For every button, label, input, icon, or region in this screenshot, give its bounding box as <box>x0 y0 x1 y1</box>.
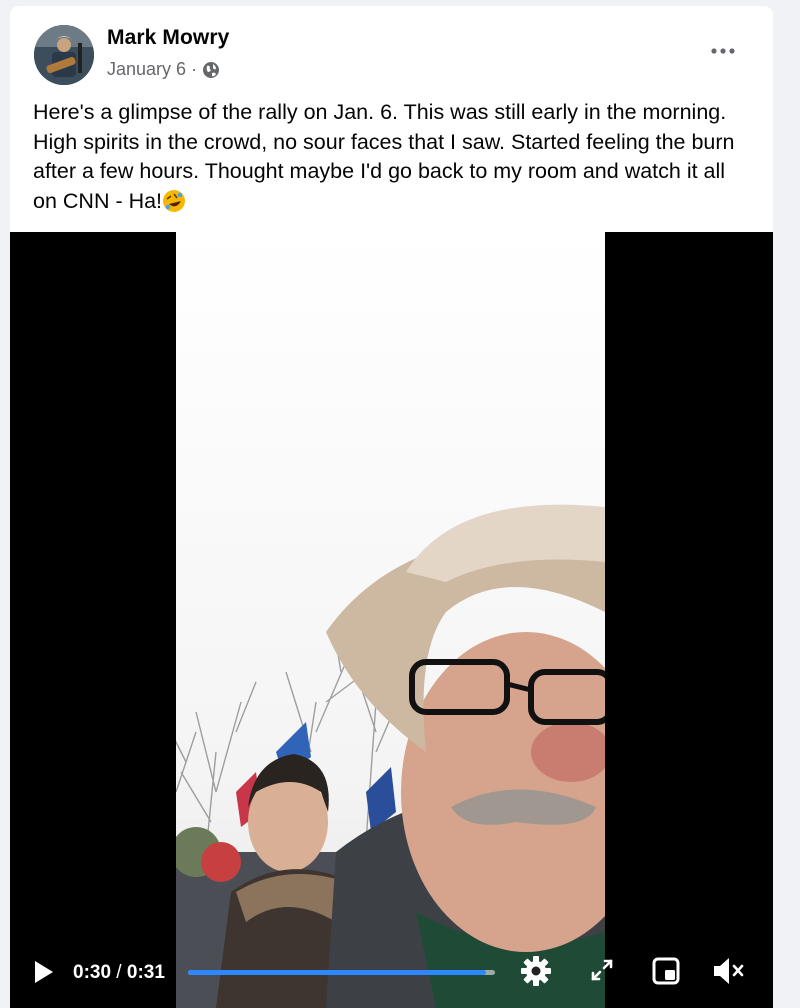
fullscreen-icon <box>591 959 613 981</box>
play-icon <box>35 961 53 983</box>
video-controls: 0:30 / 0:31 <box>10 938 773 1008</box>
avatar[interactable] <box>34 25 94 85</box>
progress-fill <box>188 970 486 975</box>
settings-button[interactable] <box>520 955 552 987</box>
more-options-icon <box>711 48 735 54</box>
progress-bar[interactable] <box>188 970 495 975</box>
post-body: Here's a glimpse of the rally on Jan. 6.… <box>33 100 735 213</box>
author-name[interactable]: Mark Mowry <box>107 26 229 50</box>
post-card: Mark Mowry January 6 · Here's a glimpse … <box>10 6 773 1008</box>
settings-gear-icon <box>521 956 551 986</box>
globe-icon <box>203 61 220 78</box>
video-time: 0:30 / 0:31 <box>73 962 165 984</box>
duration: 0:31 <box>126 962 165 983</box>
play-button[interactable] <box>32 958 56 986</box>
more-options-button[interactable] <box>703 36 743 66</box>
post-date[interactable]: January 6 <box>107 59 186 80</box>
picture-in-picture-icon <box>652 957 680 985</box>
volume-muted-icon <box>714 958 744 984</box>
rolling-on-floor-laughing-emoji <box>163 189 186 212</box>
meta-separator: · <box>191 59 198 79</box>
picture-in-picture-button[interactable] <box>651 956 681 986</box>
post-text: Here's a glimpse of the rally on Jan. 6.… <box>33 98 753 216</box>
mute-button[interactable] <box>712 955 748 987</box>
post-meta: January 6 · <box>107 59 220 80</box>
video-frame[interactable] <box>176 232 605 1008</box>
current-time: 0:30 <box>73 962 112 983</box>
video-player[interactable]: 0:30 / 0:31 <box>10 232 773 1008</box>
fullscreen-button[interactable] <box>588 956 616 984</box>
time-separator: / <box>111 962 127 983</box>
